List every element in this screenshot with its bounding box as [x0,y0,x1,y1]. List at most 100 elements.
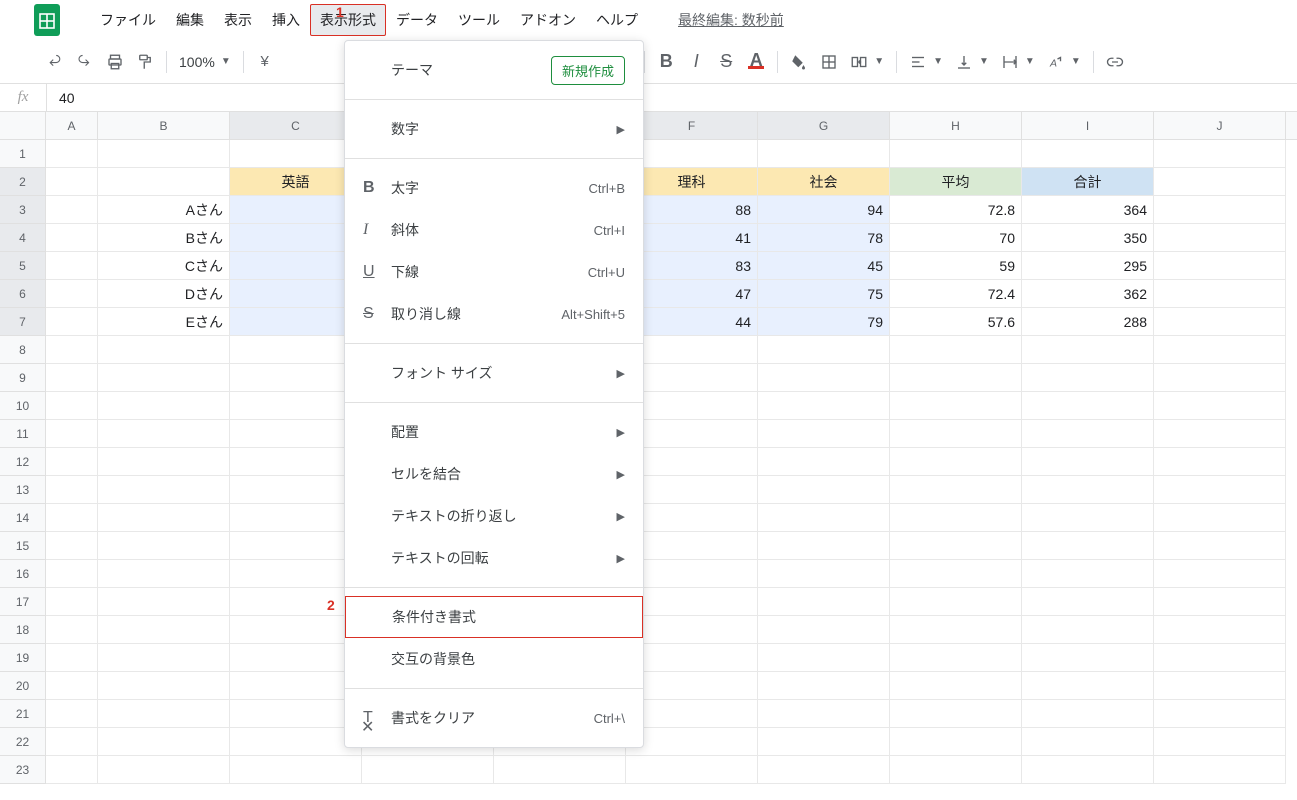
menu-theme[interactable]: テーマ 新規作成 [345,49,643,91]
cell-C15[interactable] [230,532,362,560]
cell-I3[interactable]: 364 [1022,196,1154,224]
cell-C12[interactable] [230,448,362,476]
redo-button[interactable] [70,47,100,77]
cell-C19[interactable] [230,644,362,672]
cell-G15[interactable] [758,532,890,560]
cell-I15[interactable] [1022,532,1154,560]
cell-I12[interactable] [1022,448,1154,476]
menu-ヘルプ[interactable]: ヘルプ [586,4,648,36]
menu-alt-colors[interactable]: 交互の背景色 [345,638,643,680]
menu-number[interactable]: 数字 ▶ [345,108,643,150]
cell-B9[interactable] [98,364,230,392]
cell-G6[interactable]: 75 [758,280,890,308]
currency-button[interactable]: ¥ [250,47,280,77]
menu-underline[interactable]: U 下線 Ctrl+U [345,251,643,293]
cell-I9[interactable] [1022,364,1154,392]
cell-G23[interactable] [758,756,890,784]
cell-G22[interactable] [758,728,890,756]
cell-G14[interactable] [758,504,890,532]
cell-C2[interactable]: 英語 [230,168,362,196]
cell-H8[interactable] [890,336,1022,364]
cell-I13[interactable] [1022,476,1154,504]
cell-G2[interactable]: 社会 [758,168,890,196]
cell-A4[interactable] [46,224,98,252]
cell-A6[interactable] [46,280,98,308]
cell-H3[interactable]: 72.8 [890,196,1022,224]
cell-C22[interactable] [230,728,362,756]
cell-B17[interactable] [98,588,230,616]
cell-J6[interactable] [1154,280,1286,308]
menu-ツール[interactable]: ツール [448,4,510,36]
cell-H9[interactable] [890,364,1022,392]
cell-I20[interactable] [1022,672,1154,700]
menu-merge[interactable]: セルを結合 ▶ [345,453,643,495]
cell-I10[interactable] [1022,392,1154,420]
row-header-7[interactable]: 7 [0,308,46,336]
cell-A22[interactable] [46,728,98,756]
cell-B5[interactable]: Cさん [98,252,230,280]
cell-F23[interactable] [626,756,758,784]
borders-button[interactable] [814,47,844,77]
cell-H6[interactable]: 72.4 [890,280,1022,308]
row-header-21[interactable]: 21 [0,700,46,728]
cell-H13[interactable] [890,476,1022,504]
cell-F15[interactable] [626,532,758,560]
cell-C1[interactable] [230,140,362,168]
menu-ファイル[interactable]: ファイル [90,4,166,36]
cell-J21[interactable] [1154,700,1286,728]
cell-A14[interactable] [46,504,98,532]
cell-A3[interactable] [46,196,98,224]
cell-F4[interactable]: 41 [626,224,758,252]
cell-A23[interactable] [46,756,98,784]
cell-J10[interactable] [1154,392,1286,420]
cell-G5[interactable]: 45 [758,252,890,280]
cell-A7[interactable] [46,308,98,336]
cell-B16[interactable] [98,560,230,588]
cell-F11[interactable] [626,420,758,448]
h-align-button[interactable]: ▼ [903,53,949,71]
cell-B22[interactable] [98,728,230,756]
cell-F7[interactable]: 44 [626,308,758,336]
menu-表示[interactable]: 表示 [214,4,262,36]
cell-C18[interactable] [230,616,362,644]
fill-color-button[interactable] [784,47,814,77]
last-edit-link[interactable]: 最終編集: 数秒前 [678,10,784,30]
cell-C7[interactable] [230,308,362,336]
cell-F16[interactable] [626,560,758,588]
cell-E23[interactable] [494,756,626,784]
cell-B14[interactable] [98,504,230,532]
row-header-9[interactable]: 9 [0,364,46,392]
cell-B20[interactable] [98,672,230,700]
strike-button[interactable]: S [711,47,741,77]
cell-G13[interactable] [758,476,890,504]
cell-C6[interactable] [230,280,362,308]
row-header-22[interactable]: 22 [0,728,46,756]
cell-B8[interactable] [98,336,230,364]
cell-J16[interactable] [1154,560,1286,588]
cell-C21[interactable] [230,700,362,728]
row-header-10[interactable]: 10 [0,392,46,420]
row-header-11[interactable]: 11 [0,420,46,448]
menu-align[interactable]: 配置 ▶ [345,411,643,453]
cell-G12[interactable] [758,448,890,476]
col-header-I[interactable]: I [1022,112,1154,139]
cell-F20[interactable] [626,672,758,700]
rotate-button[interactable]: A▼ [1041,53,1087,71]
cell-I2[interactable]: 合計 [1022,168,1154,196]
cell-A9[interactable] [46,364,98,392]
col-header-H[interactable]: H [890,112,1022,139]
cell-H10[interactable] [890,392,1022,420]
menu-wrap[interactable]: テキストの折り返し ▶ [345,495,643,537]
row-header-16[interactable]: 16 [0,560,46,588]
cell-F10[interactable] [626,392,758,420]
cell-J3[interactable] [1154,196,1286,224]
link-button[interactable] [1100,47,1130,77]
cell-J12[interactable] [1154,448,1286,476]
col-header-J[interactable]: J [1154,112,1286,139]
cell-C20[interactable] [230,672,362,700]
cell-F17[interactable] [626,588,758,616]
cell-F21[interactable] [626,700,758,728]
cell-H22[interactable] [890,728,1022,756]
menu-アドオン[interactable]: アドオン [510,4,586,36]
cell-J22[interactable] [1154,728,1286,756]
